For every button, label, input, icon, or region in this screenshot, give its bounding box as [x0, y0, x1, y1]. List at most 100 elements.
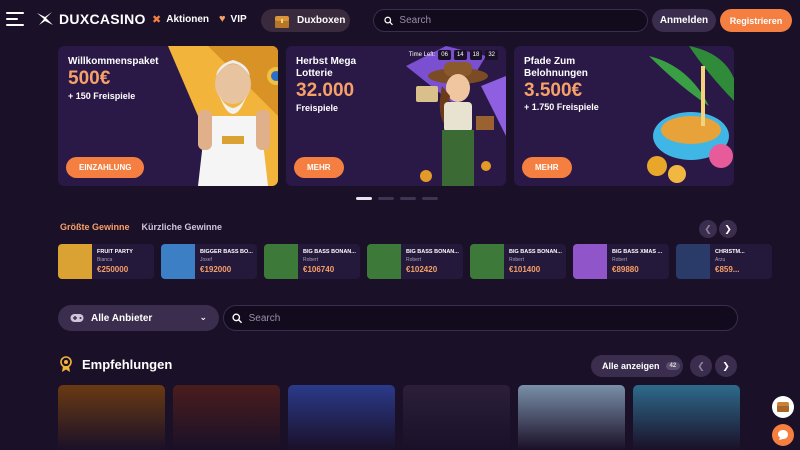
- search-icon: [232, 313, 243, 323]
- nav-aktionen-label: Aktionen: [166, 14, 209, 25]
- win-game: CHRISTM...: [715, 249, 745, 255]
- banner-rewards-sub: + 1.750 Freispiele: [524, 102, 599, 112]
- treasure-float-button[interactable]: [772, 396, 794, 418]
- lottery-timer: Time Left: 06 14 18 32: [409, 50, 498, 60]
- carousel-dot-1[interactable]: [356, 197, 372, 200]
- provider-dropdown[interactable]: Alle Anbieter ⌄: [58, 305, 219, 331]
- recommendations-title: Empfehlungen: [82, 356, 173, 372]
- gamepad-icon: [70, 314, 84, 322]
- win-card[interactable]: BIG BASS BONAN... Robert €101400: [470, 244, 566, 279]
- win-card[interactable]: CHRISTM... Arzu €859...: [676, 244, 772, 279]
- game-thumbnail: [573, 244, 607, 279]
- game-tile[interactable]: [403, 385, 510, 450]
- win-card[interactable]: BIG BASS BONAN... Robert €106740: [264, 244, 360, 279]
- tab-recent-wins[interactable]: Kürzliche Gewinne: [142, 222, 223, 232]
- treasure-chest-icon: [777, 402, 789, 412]
- game-tile[interactable]: [173, 385, 280, 450]
- timer-hours: 14: [453, 50, 467, 60]
- win-game: BIG BASS BONAN...: [303, 249, 356, 255]
- win-game: BIG BASS XMAS ...: [612, 249, 663, 255]
- win-game: BIGGER BASS BO...: [200, 249, 253, 255]
- tropical-drink-illustration: [629, 46, 734, 186]
- game-search-input[interactable]: [248, 312, 737, 324]
- promo-banner-welcome[interactable]: Willkommenspaket 500€ + 150 Freispiele E…: [58, 46, 278, 186]
- nav-vip-label: VIP: [230, 13, 247, 25]
- win-game: BIG BASS BONAN...: [509, 249, 562, 255]
- win-card[interactable]: BIG BASS XMAS ... Robert €89880: [573, 244, 669, 279]
- banner-welcome-sub-plus: + 150: [68, 91, 91, 101]
- show-all-label: Alle anzeigen: [602, 361, 660, 371]
- game-tile[interactable]: [633, 385, 740, 450]
- carousel-dot-2[interactable]: [378, 197, 394, 200]
- win-amount: €101400: [509, 265, 541, 274]
- win-card[interactable]: BIGGER BASS BO... Josef €192000: [161, 244, 257, 279]
- carousel-dot-4[interactable]: [422, 197, 438, 200]
- game-search[interactable]: [223, 305, 738, 331]
- register-button[interactable]: Registrieren: [720, 9, 792, 32]
- promo-banner-lottery[interactable]: Time Left: 06 14 18 32 Herbst Mega Lotte…: [286, 46, 506, 186]
- rec-prev-button[interactable]: ❮: [690, 355, 712, 377]
- win-user: Robert: [612, 257, 628, 263]
- game-thumbnail: [676, 244, 710, 279]
- win-amount: €102420: [406, 265, 438, 274]
- win-user: Robert: [303, 257, 319, 263]
- banner-welcome-amount: 500€: [68, 68, 111, 89]
- provider-label: Alle Anbieter: [91, 312, 153, 324]
- game-tile[interactable]: [58, 385, 165, 450]
- medal-icon: [60, 356, 72, 372]
- carousel-dot-3[interactable]: [400, 197, 416, 200]
- banner-lottery-title-line1: Herbst Mega: [296, 56, 357, 67]
- header-search-input[interactable]: [399, 15, 647, 26]
- duxboxen-label: Duxboxen: [297, 15, 346, 26]
- win-card[interactable]: BIG BASS BONAN... Robert €102420: [367, 244, 463, 279]
- banner-rewards-title-line2: Belohnungen: [524, 68, 588, 79]
- game-thumbnail: [264, 244, 298, 279]
- nav-vip[interactable]: ♥ VIP: [219, 13, 247, 25]
- chat-icon: [778, 430, 788, 440]
- rewards-more-button[interactable]: MEHR: [522, 157, 572, 178]
- duxboxen-button[interactable]: Duxboxen: [261, 9, 350, 32]
- game-thumbnail: [58, 244, 92, 279]
- game-tile[interactable]: [518, 385, 625, 450]
- top-header: DUXCASINO ✖ Aktionen ♥ VIP Duxboxen Anme…: [0, 0, 800, 40]
- wins-prev-button[interactable]: ❮: [699, 220, 717, 238]
- menu-icon[interactable]: [6, 12, 24, 26]
- chevron-right-icon: ❯: [722, 360, 730, 371]
- timer-minutes: 18: [469, 50, 483, 60]
- lottery-more-button[interactable]: MEHR: [294, 157, 344, 178]
- carousel-dots: [356, 197, 438, 200]
- game-tile[interactable]: [288, 385, 395, 450]
- banner-rewards-title-line1: Pfade Zum: [524, 56, 576, 67]
- heart-icon: ♥: [219, 13, 226, 25]
- banner-lottery-title: Herbst Mega Lotterie: [296, 56, 356, 80]
- show-all-count: 42: [665, 362, 681, 370]
- tag-icon: ✖: [152, 14, 162, 26]
- win-amount: €250000: [97, 265, 129, 274]
- win-card[interactable]: FRUIT PARTY Bianca €250000: [58, 244, 154, 279]
- win-amount: €859...: [715, 265, 740, 274]
- rec-next-button[interactable]: ❯: [715, 355, 737, 377]
- show-all-button[interactable]: Alle anzeigen 42: [591, 355, 683, 377]
- deposit-button[interactable]: EINZAHLUNG: [66, 157, 145, 178]
- banner-lottery-sub: Freispiele: [296, 103, 339, 113]
- banner-welcome-title: Willkommenspaket: [68, 56, 159, 67]
- banner-rewards-title: Pfade Zum Belohnungen: [524, 56, 588, 80]
- explorer-girl-illustration: [406, 46, 506, 186]
- chevron-down-icon: ⌄: [199, 312, 207, 322]
- game-thumbnail: [161, 244, 195, 279]
- banner-rewards-amount: 3.500€: [524, 80, 583, 101]
- header-search[interactable]: [373, 9, 648, 32]
- wins-next-button[interactable]: ❯: [719, 220, 737, 238]
- win-user: Arzu: [715, 257, 726, 263]
- brand-name: DUXCASINO: [59, 11, 146, 27]
- brand-logo[interactable]: DUXCASINO: [36, 11, 146, 27]
- login-button[interactable]: Anmelden: [652, 9, 716, 32]
- tab-biggest-wins[interactable]: Größte Gewinne: [60, 222, 130, 232]
- nav-aktionen[interactable]: ✖ Aktionen: [152, 13, 209, 26]
- promo-banner-rewards[interactable]: Pfade Zum Belohnungen 3.500€ + 1.750 Fre…: [514, 46, 734, 186]
- treasure-box-icon: [275, 15, 289, 28]
- chat-button[interactable]: [772, 424, 794, 446]
- search-icon: [384, 16, 393, 25]
- game-thumbnail: [470, 244, 504, 279]
- win-amount: €106740: [303, 265, 335, 274]
